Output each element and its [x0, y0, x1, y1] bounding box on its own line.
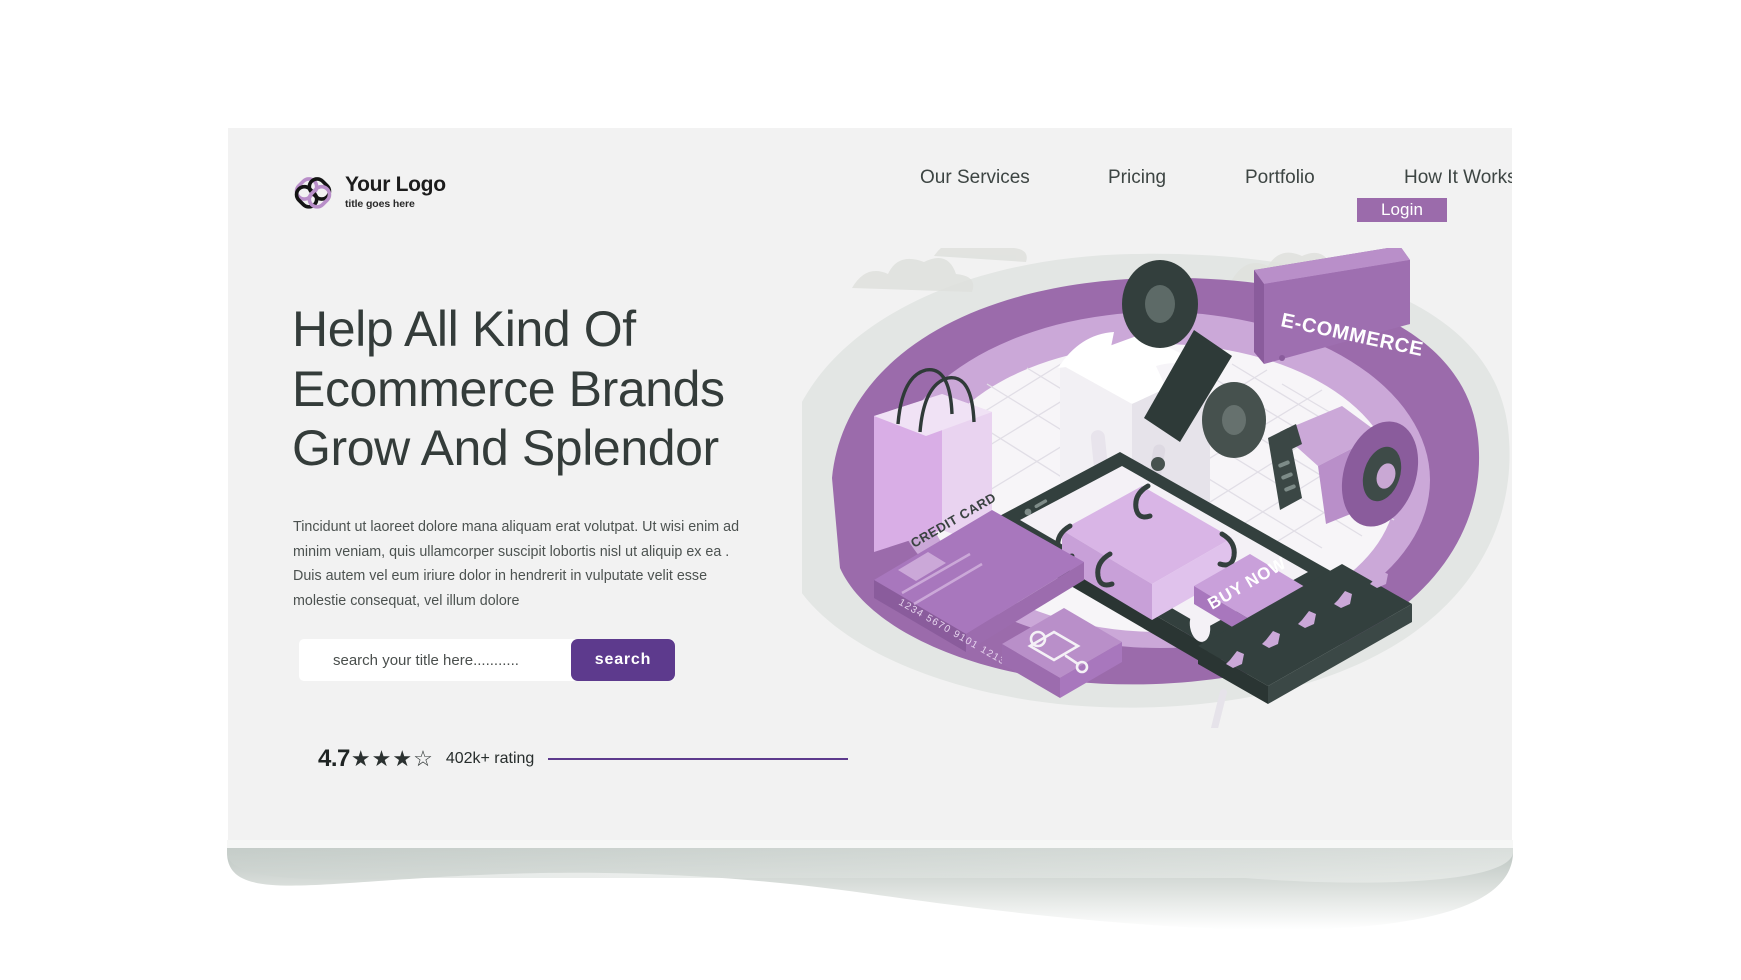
headline-line-1: Help All Kind Of: [292, 301, 636, 357]
nav-item-pricing[interactable]: Pricing: [1108, 167, 1166, 189]
headline-line-3: Grow And Splendor: [292, 420, 719, 476]
interlocking-loops-logo-icon: [292, 168, 334, 216]
page-title: Help All Kind Of Ecommerce Brands Grow A…: [292, 300, 852, 479]
nav-item-portfolio[interactable]: Portfolio: [1245, 167, 1315, 189]
rating-count-label: 402k+ rating: [445, 750, 535, 767]
star-icon-empty-4: ☆: [413, 746, 433, 771]
nav-item-our-services[interactable]: Our Services: [920, 167, 1030, 189]
search-button[interactable]: search: [571, 639, 675, 681]
star-icon-filled-3: ★: [392, 746, 413, 771]
rating-score: 4.7: [318, 745, 350, 772]
page-curl-shadow: [205, 838, 1535, 968]
rating-divider-line: [548, 758, 849, 760]
screenshot-canvas: Your Logo title goes here Our Services P…: [0, 0, 1741, 980]
star-icon-filled-2: ★: [371, 746, 392, 771]
brand-title: Your Logo: [345, 172, 446, 196]
star-icon-filled-1: ★: [350, 746, 371, 771]
search-bar: search: [299, 639, 675, 681]
rating-stars: ★ ★ ★ ☆: [351, 748, 434, 770]
headline-line-2: Ecommerce Brands: [292, 360, 725, 417]
hero-illustration: E-COMMERCE BUY NOW CREDIT CARD 1234 5670…: [802, 248, 1512, 748]
brand-subtitle: title goes here: [345, 198, 415, 211]
nav-item-how-it-works[interactable]: How It Works: [1404, 167, 1512, 189]
login-button[interactable]: Login: [1357, 198, 1447, 222]
rating-block: 4.7 ★ ★ ★ ☆ 402k+ rating: [318, 745, 849, 773]
hero-paragraph: Tincidunt ut laoreet dolore mana aliquam…: [293, 519, 740, 609]
brand-logo[interactable]: Your Logo title goes here: [292, 168, 446, 216]
